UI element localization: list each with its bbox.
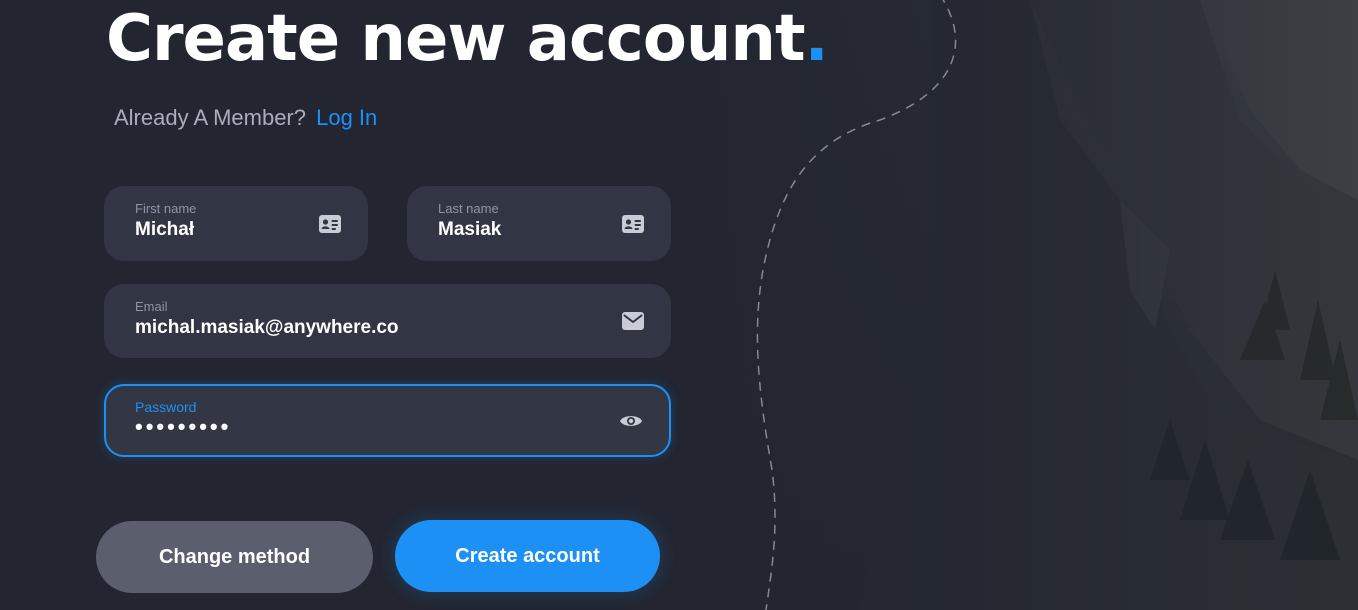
page-title: Create new account. [106, 0, 829, 84]
envelope-icon [621, 309, 645, 333]
first-name-label: First name [135, 201, 197, 216]
eye-icon[interactable] [619, 409, 643, 433]
page-title-text: Create new account [106, 2, 806, 76]
first-name-field[interactable]: First name Michał [104, 186, 368, 261]
id-card-icon [621, 212, 645, 236]
password-input[interactable]: ••••••••• [135, 414, 231, 440]
create-account-button[interactable]: Create account [395, 520, 660, 592]
email-label: Email [135, 299, 168, 314]
login-link[interactable]: Log In [316, 105, 377, 130]
email-input[interactable]: michal.masiak@anywhere.co [135, 317, 399, 339]
first-name-input[interactable]: Michał [135, 219, 194, 241]
id-card-icon [318, 212, 342, 236]
password-label: Password [135, 399, 197, 415]
last-name-label: Last name [438, 201, 499, 216]
mountain-background-image [700, 0, 1358, 610]
already-member-prompt: Already A Member? [114, 105, 306, 130]
last-name-field[interactable]: Last name Masiak [407, 186, 671, 261]
password-field[interactable]: Password ••••••••• [104, 384, 671, 457]
last-name-input[interactable]: Masiak [438, 219, 501, 241]
already-member-line: Already A Member? Log In [114, 105, 377, 131]
email-field[interactable]: Email michal.masiak@anywhere.co [104, 284, 671, 358]
page-title-dot: . [804, 2, 829, 76]
change-method-button[interactable]: Change method [96, 521, 373, 593]
